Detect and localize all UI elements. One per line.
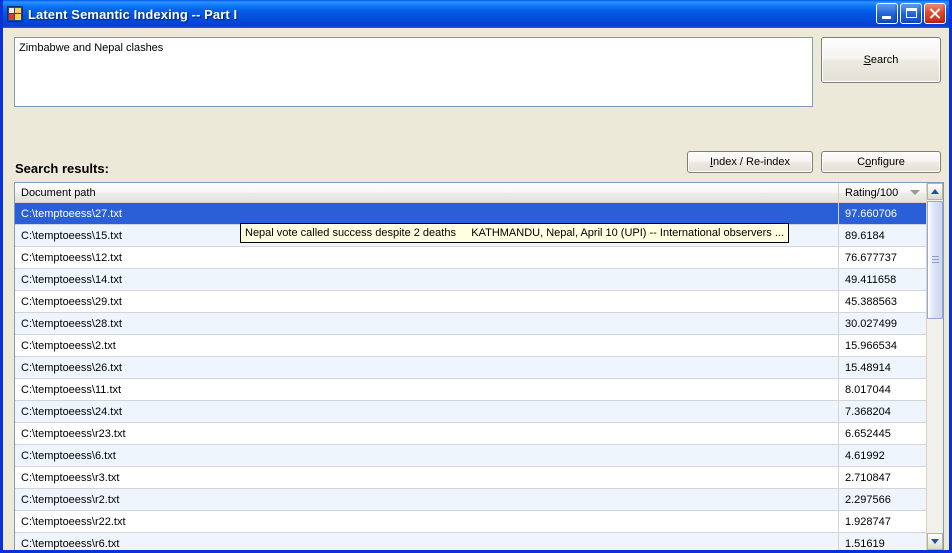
window-title: Latent Semantic Indexing -- Part I: [28, 7, 237, 22]
form-icon: [7, 6, 23, 22]
application-window: Latent Semantic Indexing -- Part I Zimba…: [0, 0, 952, 553]
table-row[interactable]: C:\temptoeess\14.txt49.411658: [15, 269, 943, 291]
configure-button[interactable]: Configure: [821, 151, 941, 173]
caption-buttons: [876, 3, 946, 24]
table-row[interactable]: C:\temptoeess\12.txt76.677737: [15, 247, 943, 269]
scroll-down-icon[interactable]: [927, 533, 943, 550]
table-row[interactable]: C:\temptoeess\r3.txt2.710847: [15, 467, 943, 489]
table-row[interactable]: C:\temptoeess\26.txt15.48914: [15, 357, 943, 379]
search-button-label: Search: [864, 54, 899, 66]
cell-rating: 15.966534: [839, 335, 927, 356]
maximize-button[interactable]: [900, 3, 922, 24]
index-button-label: Index / Re-index: [710, 156, 790, 168]
search-results-label: Search results:: [15, 161, 109, 176]
table-row[interactable]: C:\temptoeess\29.txt45.388563: [15, 291, 943, 313]
cell-rating: 1.928747: [839, 511, 927, 532]
cell-document-path: C:\temptoeess\24.txt: [15, 401, 839, 422]
cell-document-path: C:\temptoeess\r6.txt: [15, 533, 839, 550]
minimize-button[interactable]: [876, 3, 898, 24]
configure-button-label: Configure: [857, 156, 905, 168]
column-header-document-path[interactable]: Document path: [15, 183, 839, 202]
client-area: Zimbabwe and Nepal clashes Search Index …: [3, 28, 949, 550]
cell-rating: 1.51619: [839, 533, 927, 550]
cell-rating: 45.388563: [839, 291, 927, 312]
column-header-rating-label: Rating/100: [845, 187, 898, 199]
cell-rating: 97.660706: [839, 203, 927, 224]
cell-document-path: C:\temptoeess\2.txt: [15, 335, 839, 356]
listview-rows: C:\temptoeess\27.txt97.660706C:\temptoee…: [15, 203, 943, 550]
table-row[interactable]: C:\temptoeess\r6.txt1.51619: [15, 533, 943, 550]
cell-document-path: C:\temptoeess\26.txt: [15, 357, 839, 378]
title-bar[interactable]: Latent Semantic Indexing -- Part I: [3, 0, 949, 28]
table-row[interactable]: C:\temptoeess\24.txt7.368204: [15, 401, 943, 423]
scrollbar-grip-icon: [932, 256, 939, 264]
sort-descending-icon: [910, 190, 920, 195]
close-button[interactable]: [924, 3, 946, 24]
cell-rating: 4.61992: [839, 445, 927, 466]
cell-document-path: C:\temptoeess\r3.txt: [15, 467, 839, 488]
table-row[interactable]: C:\temptoeess\r23.txt6.652445: [15, 423, 943, 445]
cell-rating: 8.017044: [839, 379, 927, 400]
cell-rating: 15.48914: [839, 357, 927, 378]
cell-rating: 89.6184: [839, 225, 927, 246]
cell-document-path: C:\temptoeess\r22.txt: [15, 511, 839, 532]
listview-header: Document path Rating/100: [15, 183, 943, 203]
cell-rating: 76.677737: [839, 247, 927, 268]
table-row[interactable]: C:\temptoeess\11.txt8.017044: [15, 379, 943, 401]
cell-rating: 30.027499: [839, 313, 927, 334]
cell-document-path: C:\temptoeess\28.txt: [15, 313, 839, 334]
scroll-up-icon[interactable]: [927, 183, 943, 200]
column-header-rating[interactable]: Rating/100: [839, 183, 927, 202]
table-row[interactable]: C:\temptoeess\6.txt4.61992: [15, 445, 943, 467]
cell-rating: 2.297566: [839, 489, 927, 510]
table-row[interactable]: C:\temptoeess\r2.txt2.297566: [15, 489, 943, 511]
cell-document-path: C:\temptoeess\6.txt: [15, 445, 839, 466]
index-reindex-button[interactable]: Index / Re-index: [687, 151, 813, 173]
scrollbar-thumb[interactable]: [927, 201, 943, 319]
table-row[interactable]: C:\temptoeess\r22.txt1.928747: [15, 511, 943, 533]
cell-rating: 7.368204: [839, 401, 927, 422]
cell-document-path: C:\temptoeess\r23.txt: [15, 423, 839, 444]
vertical-scrollbar[interactable]: [926, 183, 943, 550]
cell-rating: 2.710847: [839, 467, 927, 488]
cell-document-path: C:\temptoeess\29.txt: [15, 291, 839, 312]
search-button[interactable]: Search: [821, 37, 941, 83]
cell-rating: 49.411658: [839, 269, 927, 290]
cell-document-path: C:\temptoeess\14.txt: [15, 269, 839, 290]
table-row[interactable]: C:\temptoeess\2.txt15.966534: [15, 335, 943, 357]
table-row[interactable]: C:\temptoeess\28.txt30.027499: [15, 313, 943, 335]
cell-document-path: C:\temptoeess\12.txt: [15, 247, 839, 268]
search-query-input[interactable]: Zimbabwe and Nepal clashes: [14, 37, 813, 107]
cell-document-path: C:\temptoeess\27.txt: [15, 203, 839, 224]
cell-document-path: C:\temptoeess\11.txt: [15, 379, 839, 400]
cell-rating: 6.652445: [839, 423, 927, 444]
cell-document-path: C:\temptoeess\r2.txt: [15, 489, 839, 510]
table-row[interactable]: C:\temptoeess\27.txt97.660706: [15, 203, 943, 225]
result-preview-tooltip: Nepal vote called success despite 2 deat…: [240, 223, 789, 243]
